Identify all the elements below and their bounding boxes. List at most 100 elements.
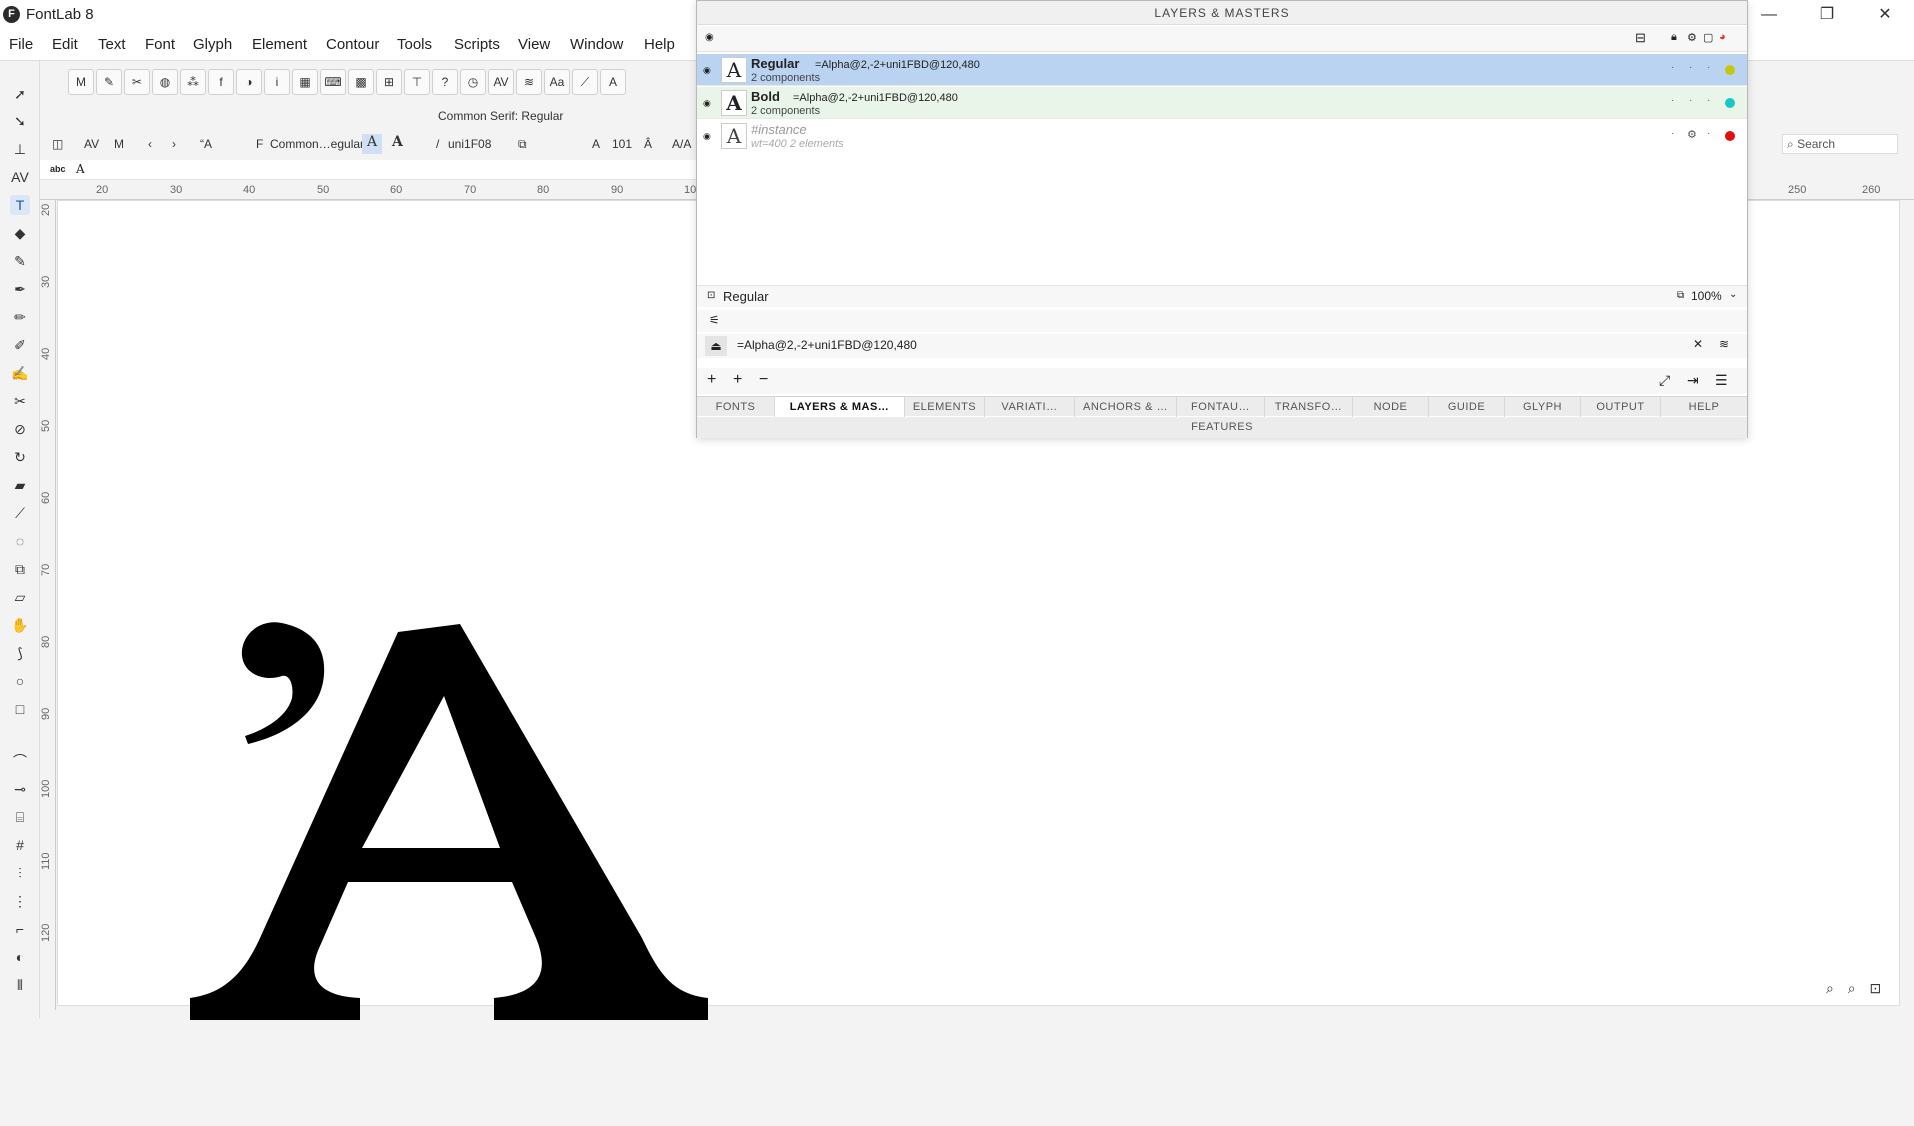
row-service-toggle[interactable]: · xyxy=(1689,95,1692,106)
sidebar-toggle-icon[interactable]: ◫ xyxy=(52,137,63,151)
distribute-icon[interactable]: ⋮ xyxy=(10,891,30,911)
menu-scripts[interactable]: Scripts xyxy=(454,36,500,53)
blend-icon[interactable]: ◐ xyxy=(10,947,30,967)
eye-icon[interactable]: ◉ xyxy=(703,65,711,76)
eye-icon[interactable]: ◉ xyxy=(703,131,711,142)
row-service-toggle[interactable]: · xyxy=(1689,62,1692,73)
text-frame-icon[interactable]: ⌸ xyxy=(10,807,30,827)
tab-variations[interactable]: VARIATI… xyxy=(985,397,1075,417)
kerning-tb-icon[interactable]: AV xyxy=(488,69,514,95)
component-icon[interactable]: ⏏ xyxy=(705,336,727,356)
ruler-tb-icon[interactable]: ⟋ xyxy=(572,69,598,95)
tab-fontaudit[interactable]: FONTAU… xyxy=(1177,397,1265,417)
aa-icon[interactable]: Aa xyxy=(544,69,570,95)
tab-fonts[interactable]: FONTS xyxy=(697,397,775,417)
menu-element[interactable]: Element xyxy=(252,36,307,53)
color-icon[interactable]: ◕ xyxy=(1719,31,1726,43)
scissors-icon[interactable]: ⊘ xyxy=(10,419,30,439)
next-glyph-icon[interactable]: › xyxy=(172,137,176,151)
hook-icon[interactable]: ⌐ xyxy=(10,919,30,939)
contrast-icon[interactable]: ◑ xyxy=(236,69,262,95)
add-layer-icon[interactable]: + xyxy=(707,371,716,389)
layer-color-dot[interactable] xyxy=(1725,98,1735,108)
pen-icon[interactable]: ✒ xyxy=(10,279,30,299)
text-tool-icon[interactable]: T xyxy=(10,195,30,215)
pointer-icon[interactable]: ➚ xyxy=(10,84,30,104)
remove-layer-icon[interactable]: − xyxy=(759,371,768,389)
copy-icon[interactable]: ⧉ xyxy=(518,137,527,152)
size-value[interactable]: 101 xyxy=(612,137,632,151)
glyph-mode-a-button[interactable]: A xyxy=(392,134,403,150)
kerning-icon[interactable]: AV xyxy=(10,167,30,187)
frame-icon[interactable]: ⊞ xyxy=(376,69,402,95)
eye-icon[interactable]: ◉ xyxy=(705,32,714,43)
menu-text[interactable]: Text xyxy=(98,36,126,53)
eyedropper-icon[interactable]: ⟆ xyxy=(10,643,30,663)
menu-glyph[interactable]: Glyph xyxy=(193,36,232,53)
components-icon[interactable]: ⁂ xyxy=(180,69,206,95)
menu-tools[interactable]: Tools xyxy=(397,36,432,53)
menu-file[interactable]: File xyxy=(9,36,33,53)
lock-small-icon[interactable]: ⊡ xyxy=(707,290,715,301)
clear-formula-icon[interactable]: ✕ xyxy=(1693,337,1703,351)
layers-tb-icon[interactable]: ≋ xyxy=(516,69,542,95)
search-input[interactable]: ⌕ Search xyxy=(1782,134,1898,154)
row-lock-toggle[interactable]: · xyxy=(1671,62,1674,73)
tab-elements[interactable]: ELEMENTS xyxy=(905,397,985,417)
grid-icon[interactable]: # xyxy=(10,835,30,855)
tab-glyph[interactable]: GLYPH xyxy=(1505,397,1581,417)
brush-tb-icon[interactable]: ✎ xyxy=(96,69,122,95)
row-lock-toggle[interactable]: · xyxy=(1671,128,1674,139)
opacity-value[interactable]: 100% xyxy=(1691,289,1722,303)
lock-icon[interactable]: 🔒︎ xyxy=(1671,31,1677,44)
bars-icon[interactable]: ⦀ xyxy=(10,975,30,995)
power-brush-icon[interactable]: ✍ xyxy=(10,363,30,383)
panel-view-icon[interactable]: ⊟ xyxy=(1635,30,1646,46)
align-icon[interactable]: ⫶ xyxy=(10,863,30,883)
close-button[interactable]: ✕ xyxy=(1856,0,1914,29)
tab-features[interactable]: FEATURES xyxy=(697,417,1747,438)
doc-title[interactable]: Common Serif: Regular xyxy=(438,109,563,123)
grid-tb-icon[interactable]: ▦ xyxy=(292,69,318,95)
curve-icon[interactable]: ⌒ xyxy=(10,751,30,771)
hand-icon[interactable]: ✋ xyxy=(10,615,30,635)
kerning-toggle-icon[interactable]: AV xyxy=(84,137,99,151)
function-icon[interactable]: f xyxy=(208,69,234,95)
layer-row-regular[interactable]: ◉ A Regular =Alpha@2,-2+uni1FBD@120,480 … xyxy=(697,54,1747,86)
layer-row-instance[interactable]: ◉ A #instance wt=400 2 elements · ⚙ · xyxy=(697,120,1747,152)
row-wireframe-toggle[interactable]: · xyxy=(1707,62,1710,73)
tab-transform[interactable]: TRANSFO… xyxy=(1265,397,1353,417)
brush-icon[interactable]: ✎ xyxy=(10,251,30,271)
expand-icon[interactable]: ⤢ xyxy=(1659,372,1670,389)
rectangle-icon[interactable]: □ xyxy=(10,699,30,719)
scissors-tb-icon[interactable]: ✂ xyxy=(124,69,150,95)
palette-icon[interactable]: ◍ xyxy=(152,69,178,95)
list-menu-icon[interactable]: ☰ xyxy=(1715,372,1728,389)
menu-window[interactable]: Window xyxy=(570,36,623,53)
pencil-icon[interactable]: ✏ xyxy=(10,307,30,327)
menu-edit[interactable]: Edit xyxy=(52,36,78,53)
menu-view[interactable]: View xyxy=(518,36,550,53)
add-master-icon[interactable]: + xyxy=(733,371,742,389)
metrics-icon[interactable]: ⊥ xyxy=(10,139,30,159)
menu-font[interactable]: Font xyxy=(145,36,175,53)
font-name-field[interactable]: Common…egular xyxy=(270,137,364,151)
tab-layers-masters[interactable]: LAYERS & MAS… xyxy=(775,397,905,417)
glyph-name-field[interactable]: uni1F08 xyxy=(448,137,491,151)
row-wireframe-toggle[interactable]: · xyxy=(1707,128,1710,139)
layer-row-bold[interactable]: ◉ A Bold =Alpha@2,-2+uni1FBD@120,480 2 c… xyxy=(697,87,1747,119)
menu-contour[interactable]: Contour xyxy=(326,36,379,53)
fill-icon[interactable]: ▰ xyxy=(10,475,30,495)
next-arrow-icon[interactable]: ⇥ xyxy=(1687,372,1699,389)
zoom-out-icon[interactable]: ⌕ xyxy=(1826,980,1834,996)
scale-tb-icon[interactable]: A/A xyxy=(672,137,691,151)
menu-help[interactable]: Help xyxy=(644,36,675,53)
layer-name-field[interactable]: Regular xyxy=(723,289,769,304)
cells-icon[interactable]: ▩ xyxy=(348,69,374,95)
tab-help[interactable]: HELP xyxy=(1661,397,1747,417)
ellipse-icon[interactable]: ○ xyxy=(10,671,30,691)
lasso-icon[interactable]: ◌ xyxy=(10,531,30,551)
gear-icon[interactable]: ⚙ xyxy=(1687,31,1697,44)
scale-icon[interactable]: ⧉ xyxy=(10,559,30,579)
zoom-fit-icon[interactable]: ⊡ xyxy=(1869,980,1881,996)
